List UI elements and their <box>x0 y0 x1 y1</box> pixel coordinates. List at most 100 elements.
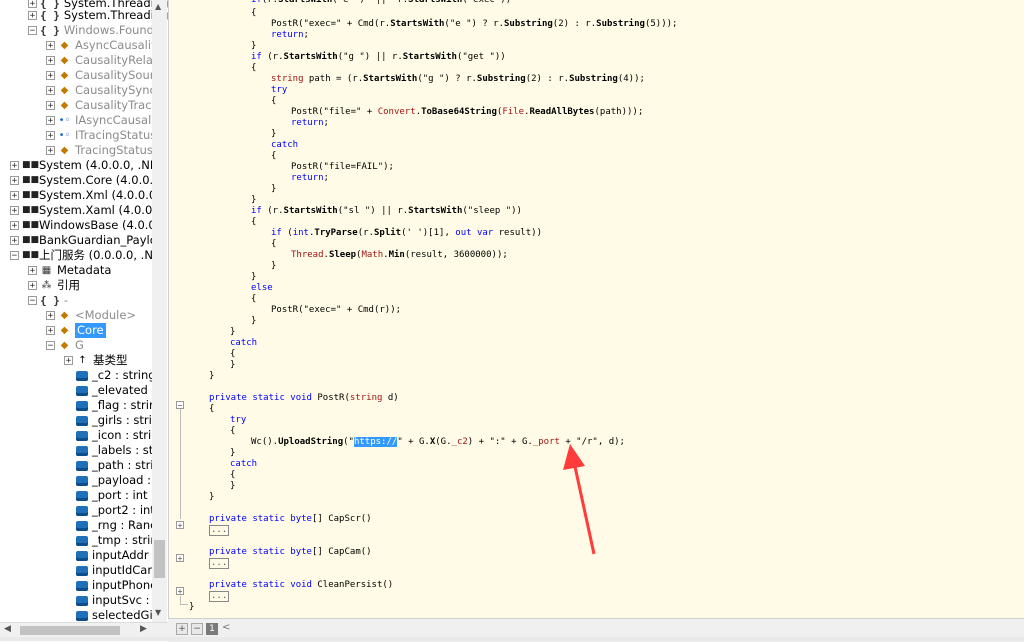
tree-node-label: Core <box>75 323 106 338</box>
tree-node-label: CausalitySynch <box>75 83 164 97</box>
tree-node[interactable]: − ◆ G <box>46 338 84 353</box>
scroll-right-icon[interactable]: ▶ <box>140 624 147 634</box>
scroll-down-icon[interactable]: ▼ <box>155 608 161 617</box>
base-type-icon: ↑ <box>78 355 87 366</box>
tree-node[interactable]: + ⁂ 引用 <box>28 278 80 293</box>
zoom-out-icon[interactable]: − <box>191 623 203 635</box>
tree-node[interactable]: + ◆ AsyncCausality <box>46 38 162 53</box>
tree-node-label: _icon : strin <box>92 428 159 442</box>
tree-node[interactable]: + ■■ System.Xaml (4.0.0.0 <box>10 203 163 218</box>
tree-node[interactable]: inputPhone <box>64 578 157 593</box>
tree-node-label: _tmp : strin <box>92 533 158 547</box>
scroll-left-icon[interactable]: < <box>222 622 230 633</box>
tree-node[interactable]: + ◆ CausalitySynch <box>46 83 163 98</box>
expand-icon[interactable]: + <box>46 326 55 336</box>
field-icon <box>76 610 88 621</box>
tree-node-label: _flag : strin <box>92 398 157 412</box>
field-icon <box>76 580 88 591</box>
expand-icon[interactable]: + <box>28 281 37 291</box>
tree-node[interactable]: _elevated : <box>64 383 155 398</box>
expand-icon[interactable]: + <box>46 41 55 51</box>
field-icon <box>76 475 88 486</box>
tree-node-label: 引用 <box>57 278 80 292</box>
tree-node[interactable]: selectedGi <box>64 608 153 623</box>
tree-node[interactable]: + ■■ System.Core (4.0.0.0 <box>10 173 161 188</box>
tree-node[interactable]: _c2 : string <box>64 368 156 383</box>
tree-node[interactable]: _flag : strin <box>64 398 156 413</box>
tree-node[interactable]: + ■■ WindowsBase (4.0.0. <box>10 218 159 233</box>
zoom-in-icon[interactable]: + <box>176 623 188 635</box>
expand-icon[interactable]: + <box>10 176 19 186</box>
field-icon <box>76 535 88 546</box>
collapse-icon[interactable]: − <box>28 296 37 306</box>
expand-icon[interactable]: + <box>28 11 37 21</box>
tree-node[interactable]: inputAddr <box>64 548 149 563</box>
tree-node[interactable]: + ◆ TracingStatus <box>46 143 153 158</box>
expand-icon[interactable]: + <box>10 221 19 231</box>
tree-node[interactable]: + ■■ BankGuardian_Paylo <box>10 233 157 248</box>
expand-icon[interactable]: + <box>46 311 55 321</box>
field-icon <box>76 505 88 516</box>
assembly-tree-panel[interactable]: +{ } System.Threading +{ } System.Threading… <box>0 0 169 641</box>
expand-icon[interactable]: + <box>46 56 55 66</box>
tree-vertical-scrollbar[interactable]: ▲ ▼ <box>152 0 167 622</box>
expand-icon[interactable]: + <box>28 0 37 9</box>
expand-icon[interactable]: + <box>46 101 55 111</box>
tree-node[interactable]: −{ } - <box>28 293 68 308</box>
class-icon: ◆ <box>60 70 69 81</box>
tree-node[interactable]: + ■■ System (4.0.0.0, .NET <box>10 158 164 173</box>
expand-icon[interactable]: + <box>46 116 55 126</box>
assembly-icon: ■■ <box>22 220 40 230</box>
tree-node[interactable]: _labels : str <box>64 443 158 458</box>
tree-node[interactable]: + •◦ ITracingStatus <box>46 128 156 143</box>
tree-horizontal-scrollbar[interactable]: ◀ ▶ <box>0 622 168 638</box>
tree-node[interactable]: + ■■ System.Xml (4.0.0.0, <box>10 188 160 203</box>
tree-node[interactable]: _port : int <box>64 488 148 503</box>
tree-node[interactable]: + ↑ 基类型 <box>64 353 128 368</box>
tree-node[interactable]: _icon : strin <box>64 428 159 443</box>
class-icon: ◆ <box>60 325 69 336</box>
tree-node[interactable]: + ◆ Core <box>46 323 106 338</box>
expand-icon[interactable]: + <box>46 86 55 96</box>
tree-node[interactable]: _rng : Ranc <box>64 518 156 533</box>
expand-icon[interactable]: + <box>28 266 37 276</box>
tree-node[interactable]: + ▦ Metadata <box>28 263 111 278</box>
field-icon <box>76 400 88 411</box>
expand-icon[interactable]: + <box>46 71 55 81</box>
collapse-icon[interactable]: − <box>28 26 37 36</box>
expand-icon[interactable]: + <box>10 236 19 246</box>
tree-node[interactable]: − ■■ 上门服务 (0.0.0.0, .NE <box>10 248 160 263</box>
collapse-icon[interactable]: − <box>46 341 55 351</box>
expand-icon[interactable]: + <box>10 161 19 171</box>
tree-node[interactable]: inputSvc : s <box>64 593 159 608</box>
metadata-icon: ▦ <box>41 265 52 276</box>
expand-icon[interactable]: + <box>46 131 55 141</box>
tree-node-label: IAsyncCausalit <box>75 113 159 127</box>
tree-node[interactable]: _tmp : strin <box>64 533 158 548</box>
scroll-up-icon[interactable]: ▲ <box>155 2 161 11</box>
h-scroll-thumb[interactable] <box>20 626 120 635</box>
tree-node[interactable]: _payload : <box>64 473 151 488</box>
tree-node-label: Metadata <box>57 263 112 277</box>
expand-icon[interactable]: + <box>46 146 55 156</box>
code-editor[interactable]: − + + + if(r.StartsWith("e ") || r.Start… <box>168 0 1024 618</box>
tree-node[interactable]: −{ } Windows.Founda <box>28 23 161 38</box>
tree-node[interactable]: +{ } System.Threading <box>28 8 168 23</box>
tree-node[interactable]: + ◆ CausalityRelat <box>46 53 157 68</box>
tree-node[interactable]: + ◆ CausalityTrace <box>46 98 159 113</box>
expand-icon[interactable]: + <box>10 191 19 201</box>
tree-node-label: System.Xml (4.0.0.0, <box>39 188 160 202</box>
tree-node[interactable]: + •◦ IAsyncCausalit <box>46 113 159 128</box>
expand-icon[interactable]: + <box>64 356 73 366</box>
scroll-left-icon[interactable]: ◀ <box>4 624 11 634</box>
expand-icon[interactable]: + <box>10 206 19 216</box>
field-icon <box>76 550 88 561</box>
tree-node[interactable]: inputIdCard <box>64 563 159 578</box>
tree-node[interactable]: _girls : strin <box>64 413 159 428</box>
scroll-thumb[interactable] <box>154 540 165 578</box>
tree-node[interactable]: + ◆ CausalitySourc <box>46 68 161 83</box>
collapse-icon[interactable]: − <box>10 251 19 261</box>
tree-node[interactable]: _port2 : int <box>64 503 155 518</box>
tree-node[interactable]: + ◆ <Module> <box>46 308 136 323</box>
tree-node[interactable]: _path : strin <box>64 458 161 473</box>
